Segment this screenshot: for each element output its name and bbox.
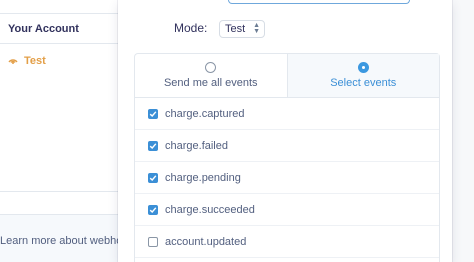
event-item-charge-failed[interactable]: charge.failed <box>135 130 439 162</box>
webhook-modal: Mode: Test ▲ ▼ Send me all events Select … <box>118 0 452 262</box>
check-icon <box>149 110 157 117</box>
tab-send-all-events[interactable]: Send me all events <box>135 54 287 97</box>
event-item-charge-pending[interactable]: charge.pending <box>135 162 439 194</box>
radio-button[interactable] <box>357 62 369 73</box>
event-checkbox[interactable] <box>148 236 158 247</box>
event-label: charge.captured <box>165 107 245 120</box>
divider <box>0 43 118 44</box>
radio-button[interactable] <box>205 62 217 73</box>
test-account-row[interactable]: Test <box>6 52 46 70</box>
background-edge <box>452 0 474 262</box>
check-icon <box>149 142 157 149</box>
event-checkbox[interactable] <box>148 108 158 119</box>
event-label: charge.succeeded <box>165 203 255 216</box>
check-icon <box>149 174 157 181</box>
mode-select[interactable]: Test ▲ ▼ <box>219 20 265 38</box>
event-mode-tabs: Send me all events Select events <box>135 54 439 98</box>
test-account-label: Test <box>24 55 46 67</box>
check-icon <box>149 206 157 213</box>
event-list: charge.captured charge.failed charge.pen… <box>135 98 439 258</box>
webhook-page: Your Account Test Learn more about webho… <box>0 0 474 262</box>
broadcast-icon <box>6 52 20 70</box>
event-item-charge-captured[interactable]: charge.captured <box>135 98 439 130</box>
divider <box>0 191 118 192</box>
mode-select-value: Test <box>225 23 246 35</box>
event-label: account.updated <box>165 235 247 248</box>
event-checkbox[interactable] <box>148 172 158 183</box>
event-label: charge.pending <box>165 171 241 184</box>
event-checkbox[interactable] <box>148 204 158 215</box>
tab-label: Send me all events <box>163 77 258 89</box>
select-arrows-icon: ▲ ▼ <box>253 22 260 35</box>
tab-select-events[interactable]: Select events <box>286 54 439 97</box>
events-box: Send me all events Select events charge.… <box>134 53 440 262</box>
account-column-header: Your Account <box>8 23 79 35</box>
tab-label: Select events <box>330 77 397 89</box>
event-label: charge.failed <box>165 139 228 152</box>
mode-label: Mode: <box>174 21 208 35</box>
learn-more-link[interactable]: Learn more about webho <box>0 235 122 247</box>
event-item-account-updated[interactable]: account.updated <box>135 226 439 258</box>
event-checkbox[interactable] <box>148 140 158 151</box>
event-item-charge-succeeded[interactable]: charge.succeeded <box>135 194 439 226</box>
divider <box>0 13 118 14</box>
endpoint-url-input[interactable] <box>228 0 410 4</box>
